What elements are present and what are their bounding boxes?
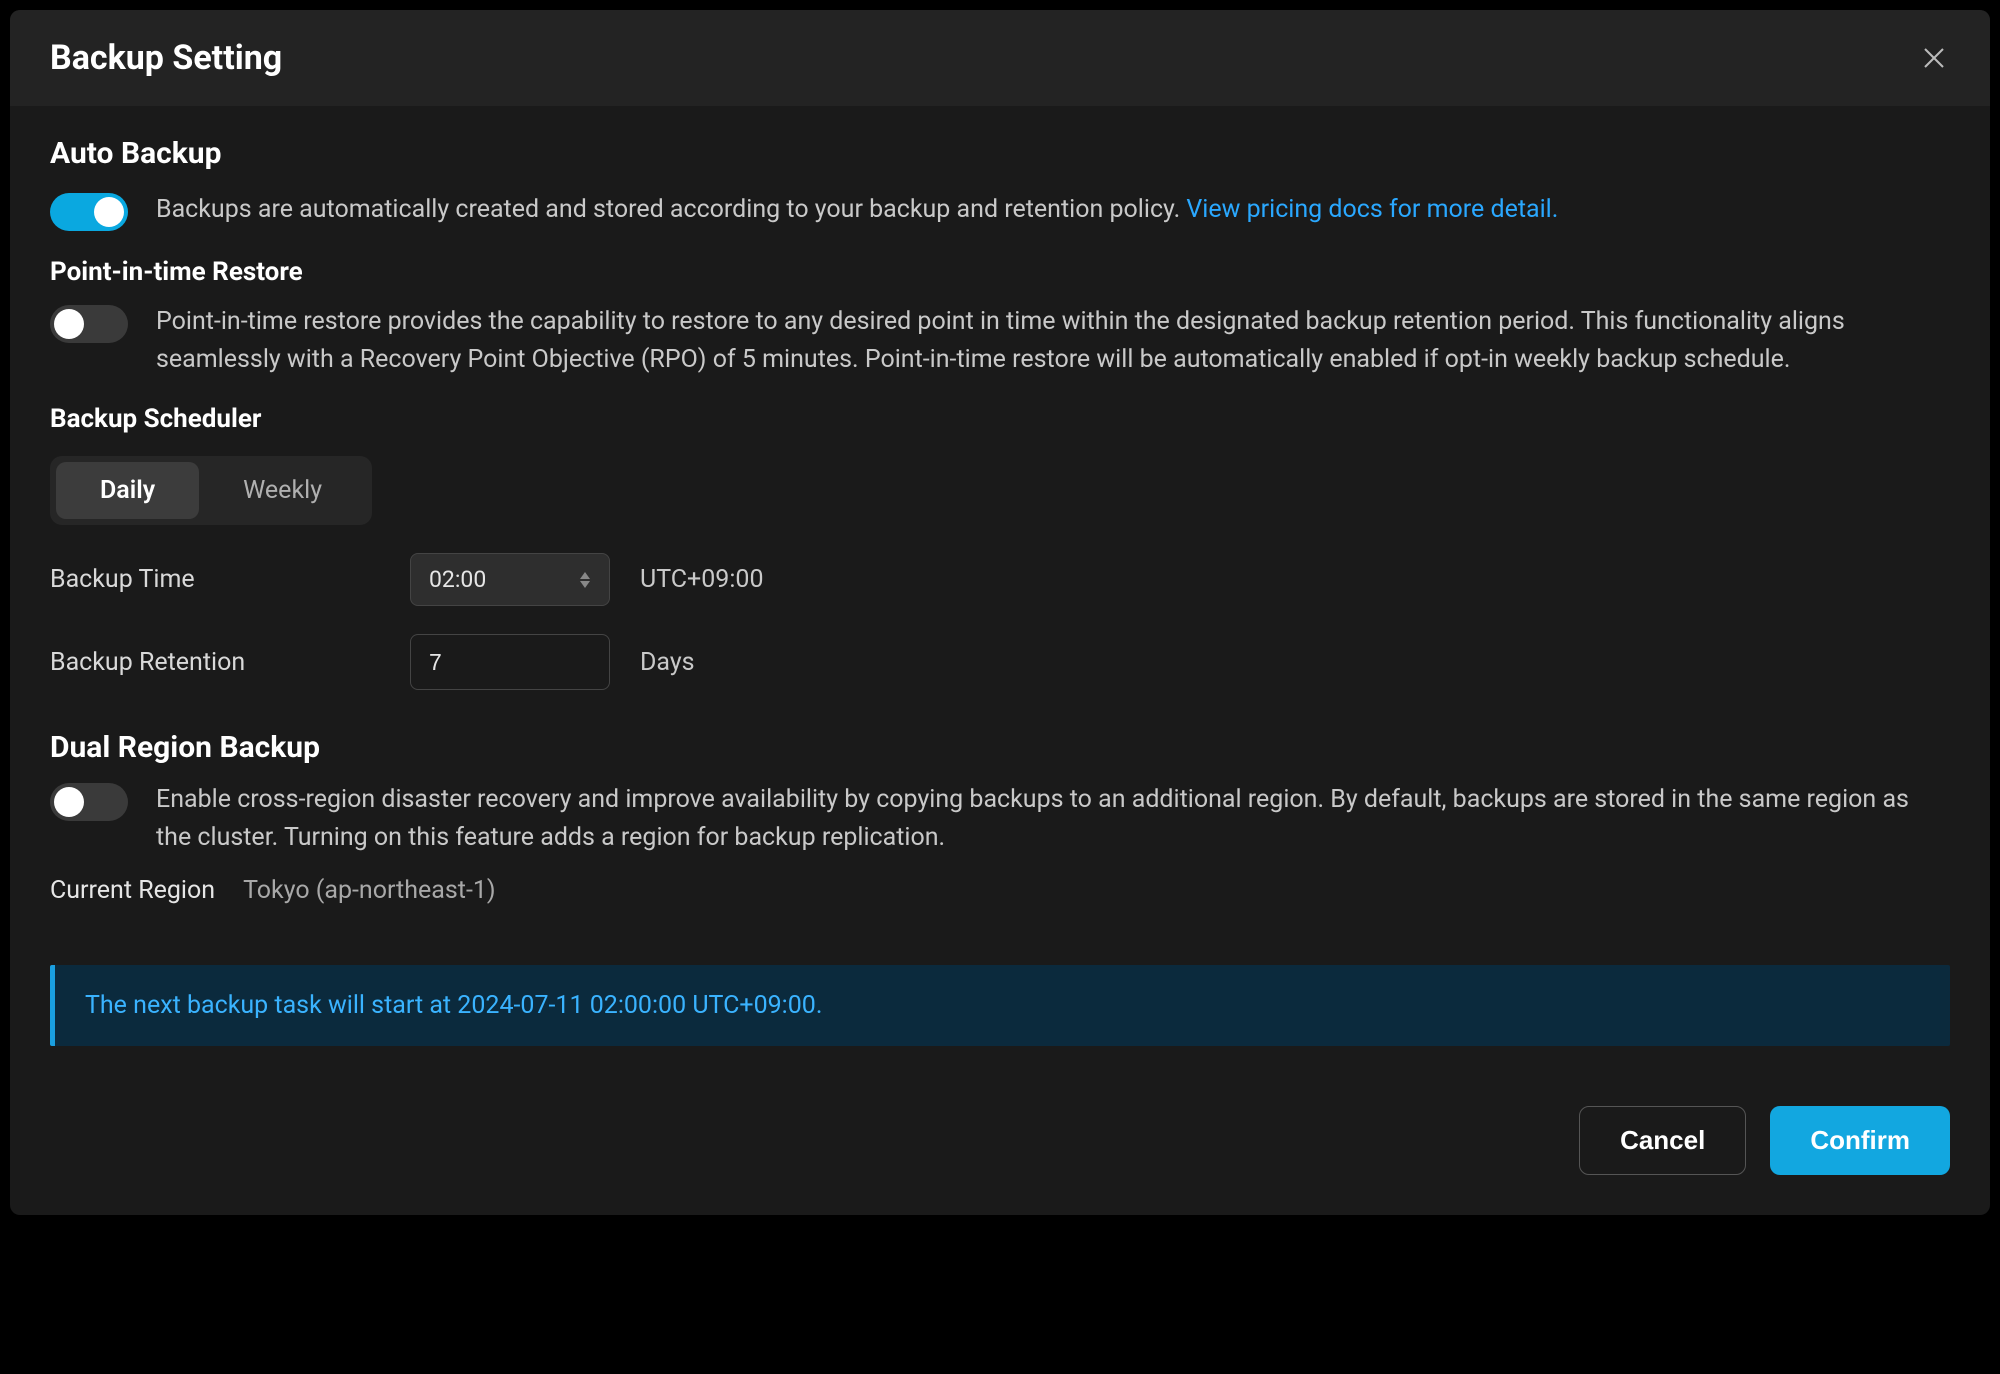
backup-time-row: Backup Time 02:00 UTC+09:00 bbox=[50, 553, 1950, 606]
current-region-value: Tokyo (ap-northeast-1) bbox=[243, 876, 496, 905]
dual-region-row: Enable cross-region disaster recovery an… bbox=[50, 781, 1950, 856]
pitr-row: Point-in-time restore provides the capab… bbox=[50, 303, 1950, 378]
auto-backup-title: Auto Backup bbox=[50, 136, 1950, 171]
confirm-button[interactable]: Confirm bbox=[1770, 1106, 1950, 1175]
backup-time-value: 02:00 bbox=[429, 566, 486, 593]
auto-backup-toggle[interactable] bbox=[50, 193, 128, 231]
current-region-label: Current Region bbox=[50, 876, 215, 905]
backup-setting-modal: Backup Setting Auto Backup Backups are a… bbox=[10, 10, 1990, 1215]
next-backup-banner: The next backup task will start at 2024-… bbox=[50, 965, 1950, 1046]
scheduler-title: Backup Scheduler bbox=[50, 404, 1950, 434]
backup-time-label: Backup Time bbox=[50, 565, 380, 594]
dual-region-desc: Enable cross-region disaster recovery an… bbox=[156, 781, 1950, 856]
scheduler-tabs: Daily Weekly bbox=[50, 456, 372, 525]
select-arrows-icon bbox=[579, 572, 591, 588]
modal-header: Backup Setting bbox=[10, 10, 1990, 106]
close-icon[interactable] bbox=[1918, 42, 1950, 74]
auto-backup-row: Backups are automatically created and st… bbox=[50, 191, 1950, 231]
pitr-title: Point-in-time Restore bbox=[50, 257, 1950, 287]
retention-label: Backup Retention bbox=[50, 648, 380, 677]
pricing-docs-link[interactable]: View pricing docs for more detail. bbox=[1186, 195, 1558, 224]
retention-row: Backup Retention Days bbox=[50, 634, 1950, 690]
pitr-toggle[interactable] bbox=[50, 305, 128, 343]
modal-title: Backup Setting bbox=[50, 38, 282, 78]
tab-weekly[interactable]: Weekly bbox=[199, 462, 366, 519]
backup-time-select[interactable]: 02:00 bbox=[410, 553, 610, 606]
retention-unit: Days bbox=[640, 648, 695, 677]
dual-region-toggle[interactable] bbox=[50, 783, 128, 821]
modal-body: Auto Backup Backups are automatically cr… bbox=[10, 106, 1990, 1215]
cancel-button[interactable]: Cancel bbox=[1579, 1106, 1746, 1175]
auto-backup-desc: Backups are automatically created and st… bbox=[156, 191, 1558, 229]
timezone-label: UTC+09:00 bbox=[640, 565, 764, 594]
tab-daily[interactable]: Daily bbox=[56, 462, 199, 519]
retention-input[interactable] bbox=[411, 635, 610, 689]
next-backup-text: The next backup task will start at 2024-… bbox=[85, 991, 822, 1020]
current-region-row: Current Region Tokyo (ap-northeast-1) bbox=[50, 876, 1950, 905]
dual-region-title: Dual Region Backup bbox=[50, 730, 1950, 765]
retention-stepper[interactable] bbox=[410, 634, 610, 690]
auto-backup-desc-text: Backups are automatically created and st… bbox=[156, 195, 1186, 224]
modal-footer: Cancel Confirm bbox=[50, 1106, 1950, 1175]
pitr-desc: Point-in-time restore provides the capab… bbox=[156, 303, 1950, 378]
